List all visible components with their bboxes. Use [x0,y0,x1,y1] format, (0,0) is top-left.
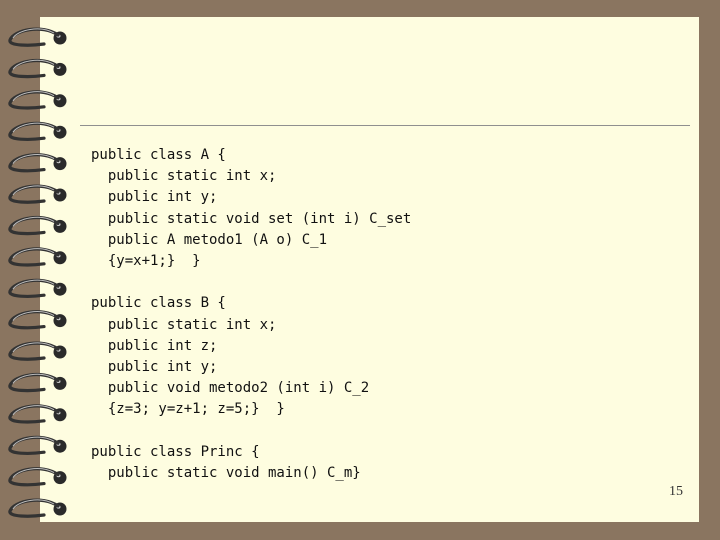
code-line: public class B { [91,295,226,312]
spiral-binding-ring-icon [8,153,67,173]
code-line: public void metodo2 (int i) C_2 [91,380,370,397]
code-listing: public class A { public static int x; pu… [91,145,411,484]
spiral-binding-ring-icon [8,215,67,236]
code-line: public int y; [91,358,218,375]
code-line: public static void set (int i) C_set [91,210,412,227]
spiral-binding-ring-icon [8,90,67,110]
slide-title [80,20,680,120]
code-line: public int y; [91,189,218,206]
spiral-binding-ring-icon [8,184,67,204]
code-line: {y=x+1;} } [91,252,201,269]
code-line: public static void main() C_m} [91,464,361,481]
spiral-binding-ring-icon [8,58,67,79]
spiral-binding-ring-icon [8,498,67,518]
spiral-binding-ring-icon [8,404,67,424]
code-line: public static int x; [91,168,277,185]
spiral-binding-ring-icon [8,372,67,393]
spiral-binding-ring-icon [8,27,67,47]
spiral-binding-ring-icon [8,341,67,361]
code-line: public static int x; [91,316,277,333]
spiral-binding-ring-icon [8,278,67,298]
spiral-binding-ring-icon [8,435,67,455]
code-line: public A metodo1 (A o) C_1 [91,231,328,248]
page-number: 15 [669,484,683,499]
code-line: public class A { [91,147,226,163]
spiral-binding-ring-icon [8,467,67,487]
spiral-binding-ring-icon [8,247,67,267]
code-line: public class Princ { [91,443,260,460]
spiral-binding-ring-icon [8,121,67,141]
code-line: {z=3; y=z+1; z=5;} } [91,401,285,418]
spiral-binding [8,27,67,518]
title-divider [80,125,690,126]
code-line: public int z; [91,337,218,354]
spiral-binding-ring-icon [8,310,67,330]
